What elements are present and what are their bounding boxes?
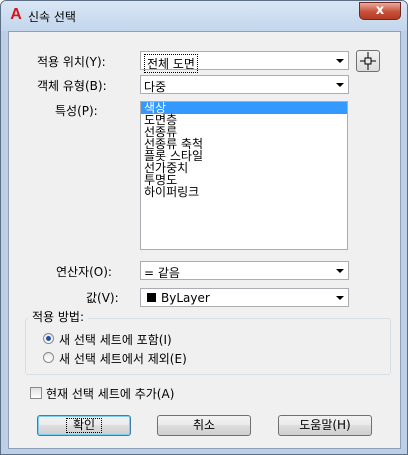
color-swatch xyxy=(147,293,156,302)
apply-to-label: 적용 위치(Y): xyxy=(37,55,106,69)
append-label[interactable]: 현재 선택 세트에 추가(A) xyxy=(46,385,174,402)
dialog-title: 신속 선택 xyxy=(28,10,76,24)
operator-dropdown[interactable]: = 같음 xyxy=(140,261,349,280)
chevron-down-icon xyxy=(335,55,346,66)
select-objects-button[interactable] xyxy=(356,50,380,72)
chevron-down-icon xyxy=(335,265,346,276)
cancel-button[interactable]: 취소 xyxy=(157,415,251,436)
value-dropdown[interactable]: ByLayer xyxy=(140,288,349,307)
object-type-value: 다중 xyxy=(144,80,167,94)
include-label[interactable]: 새 선택 세트에 포함(I) xyxy=(59,331,172,348)
properties-list[interactable]: 색상 도면층 선종류 선종류 축척 플롯 스타일 선가중치 투명도 하이퍼링크 xyxy=(140,101,348,250)
radio-selected-dot xyxy=(46,336,51,341)
crosshair-pick-icon xyxy=(360,52,376,70)
exclude-label[interactable]: 새 선택 세트에서 제외(E) xyxy=(59,350,187,367)
help-button[interactable]: 도움말(H) xyxy=(278,415,372,436)
quick-select-dialog: A 신속 선택 x 적용 위치(Y): 전체 도면 객체 유형(B): 다중 특… xyxy=(0,0,408,455)
title-bar: A 신속 선택 x xyxy=(1,1,407,31)
operator-label: 연산자(O): xyxy=(56,265,112,279)
ok-button[interactable]: 확인 xyxy=(37,415,131,436)
object-type-dropdown[interactable]: 다중 xyxy=(140,75,349,94)
close-icon: x xyxy=(375,3,385,18)
cancel-button-label: 취소 xyxy=(192,418,216,432)
append-checkbox[interactable] xyxy=(30,387,42,399)
list-item[interactable]: 하이퍼링크 xyxy=(141,186,347,198)
chevron-down-icon xyxy=(335,79,346,90)
apply-to-value: 전체 도면 xyxy=(144,54,198,73)
include-radio[interactable] xyxy=(43,333,54,344)
ok-button-label: 확인 xyxy=(65,418,103,433)
exclude-radio[interactable] xyxy=(43,352,54,363)
autocad-logo-icon: A xyxy=(10,6,22,23)
value-label: 값(V): xyxy=(86,291,119,305)
object-type-label: 객체 유형(B): xyxy=(37,79,107,93)
dialog-body: 적용 위치(Y): 전체 도면 객체 유형(B): 다중 특성(P): 색상 도… xyxy=(8,31,401,449)
close-button[interactable]: x xyxy=(359,2,401,20)
value-text: ByLayer xyxy=(161,291,210,305)
help-button-label: 도움말(H) xyxy=(299,418,351,432)
properties-label: 특성(P): xyxy=(55,104,98,118)
apply-method-title: 적용 방법: xyxy=(28,308,89,325)
operator-value: = 같음 xyxy=(144,266,180,280)
chevron-down-icon xyxy=(335,292,346,303)
apply-to-dropdown[interactable]: 전체 도면 xyxy=(140,51,349,73)
